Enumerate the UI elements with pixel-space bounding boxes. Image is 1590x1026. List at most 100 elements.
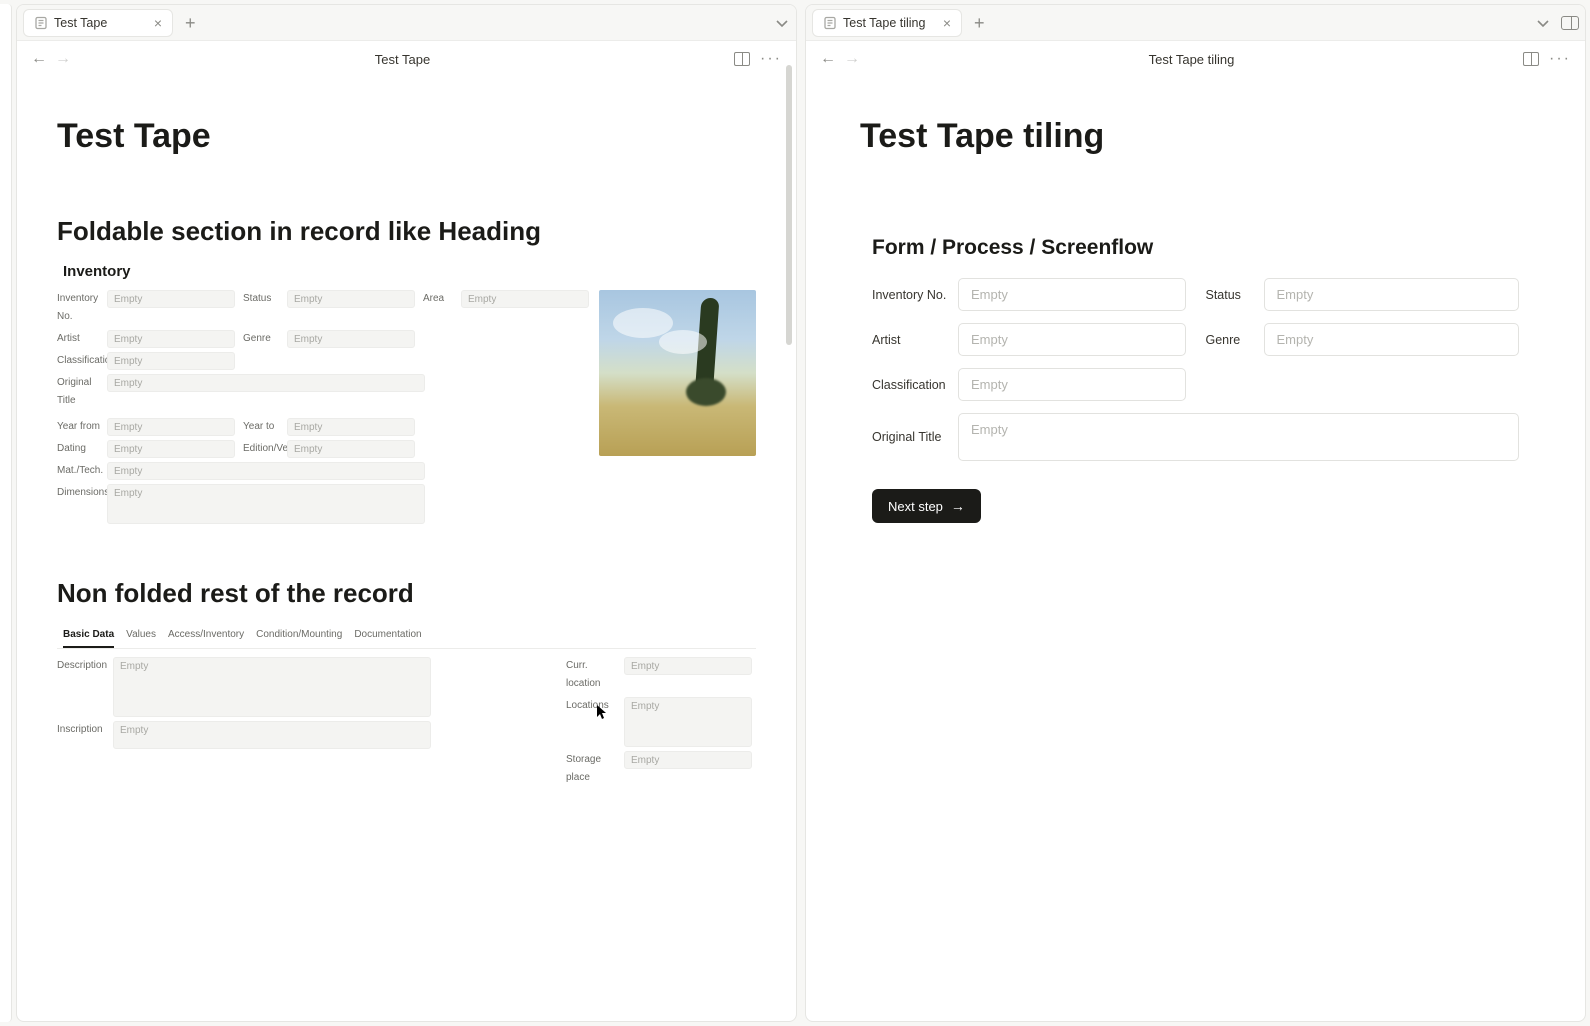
input-description[interactable]: Empty	[113, 657, 431, 717]
document-icon	[34, 16, 48, 30]
input-storage-place[interactable]: Empty	[624, 751, 752, 769]
section-heading-nonfold[interactable]: Non folded rest of the record	[57, 578, 756, 609]
input-artist[interactable]: Empty	[107, 330, 235, 348]
forward-button[interactable]: →	[844, 50, 860, 68]
artwork-image[interactable]	[599, 290, 756, 456]
input-dating[interactable]: Empty	[107, 440, 235, 458]
label-classification: Classification	[872, 378, 948, 392]
record-tabs: Basic Data Values Access/Inventory Condi…	[57, 625, 756, 649]
tab-title: Test Tape	[54, 16, 107, 30]
next-step-label: Next step	[888, 499, 943, 514]
toolbar-right: ← → Test Tape tiling ···	[806, 41, 1585, 77]
label-year-to: Year to	[243, 418, 283, 436]
toolbar-left: ← → Test Tape ···	[17, 41, 796, 77]
label-genre: Genre	[1206, 333, 1254, 347]
tab-access-inventory[interactable]: Access/Inventory	[168, 625, 244, 648]
inventory-heading: Inventory	[63, 263, 756, 280]
input-inscription[interactable]: Empty	[113, 721, 431, 749]
back-button[interactable]: ←	[31, 50, 47, 68]
label-classification: Classification	[57, 352, 103, 370]
label-description: Description	[57, 657, 105, 675]
tab-title: Test Tape tiling	[843, 16, 925, 30]
form-heading: Form / Process / Screenflow	[872, 236, 1531, 260]
input-artist[interactable]: Empty	[958, 323, 1186, 356]
label-status: Status	[1206, 288, 1254, 302]
label-genre: Genre	[243, 330, 283, 348]
input-dimensions[interactable]: Empty	[107, 484, 425, 524]
close-icon[interactable]: ×	[943, 16, 951, 30]
left-pane: Test Tape × + ← → Test Tape ···	[16, 4, 797, 1022]
input-inventory-no[interactable]: Empty	[958, 278, 1186, 311]
label-dating: Dating	[57, 440, 103, 458]
input-curr-location[interactable]: Empty	[624, 657, 752, 675]
split-view-icon[interactable]	[1561, 16, 1579, 30]
label-status: Status	[243, 290, 283, 308]
label-inscription: Inscription	[57, 721, 105, 739]
reading-mode-icon[interactable]	[1523, 52, 1539, 66]
label-artist: Artist	[872, 333, 948, 347]
section-heading-foldable[interactable]: Foldable section in record like Heading	[57, 216, 756, 247]
close-icon[interactable]: ×	[154, 16, 162, 30]
label-inventory-no: Inventory No.	[872, 288, 948, 302]
tab-test-tape[interactable]: Test Tape ×	[23, 9, 173, 37]
breadcrumb[interactable]: Test Tape	[81, 52, 724, 67]
back-button[interactable]: ←	[820, 50, 836, 68]
tab-documentation[interactable]: Documentation	[354, 625, 421, 648]
input-status[interactable]: Empty	[1264, 278, 1520, 311]
page-title[interactable]: Test Tape	[57, 117, 756, 156]
next-step-button[interactable]: Next step →	[872, 489, 981, 523]
tab-values[interactable]: Values	[126, 625, 156, 648]
input-genre[interactable]: Empty	[287, 330, 415, 348]
form-grid: Inventory No. Empty Status Empty Artist Emp…	[860, 278, 1531, 461]
scrollbar[interactable]	[786, 65, 792, 345]
label-curr-location: Curr. location	[566, 657, 616, 693]
tab-test-tape-tiling[interactable]: Test Tape tiling ×	[812, 9, 962, 37]
new-tab-button[interactable]: +	[179, 10, 202, 36]
chevron-down-icon[interactable]	[774, 15, 790, 31]
label-inventory-no: Inventory No.	[57, 290, 103, 326]
label-artist: Artist	[57, 330, 103, 348]
inventory-block: Inventory No.Empty StatusEmpty AreaEmpty…	[57, 290, 756, 528]
input-locations[interactable]: Empty	[624, 697, 752, 747]
label-original-title: Original Title	[57, 374, 103, 410]
tab-bar-left: Test Tape × +	[17, 5, 796, 41]
tab-condition-mounting[interactable]: Condition/Mounting	[256, 625, 342, 648]
more-icon[interactable]: ···	[1549, 50, 1571, 68]
label-year-from: Year from	[57, 418, 103, 436]
label-mat-tech: Mat./Tech.	[57, 462, 103, 480]
chevron-down-icon[interactable]	[1535, 15, 1551, 31]
arrow-right-icon: →	[951, 498, 965, 514]
input-classification[interactable]: Empty	[107, 352, 235, 370]
input-genre[interactable]: Empty	[1264, 323, 1520, 356]
input-status[interactable]: Empty	[287, 290, 415, 308]
forward-button[interactable]: →	[55, 50, 71, 68]
left-content: Test Tape Foldable section in record lik…	[17, 77, 796, 1021]
input-classification[interactable]: Empty	[958, 368, 1186, 401]
label-dimensions: Dimensions	[57, 484, 103, 502]
document-icon	[823, 16, 837, 30]
right-pane: Test Tape tiling × + ← → Test Tape tilin…	[805, 4, 1586, 1022]
reading-mode-icon[interactable]	[734, 52, 750, 66]
right-content: Test Tape tiling Form / Process / Screen…	[806, 77, 1585, 1021]
page-title[interactable]: Test Tape tiling	[860, 117, 1531, 156]
breadcrumb[interactable]: Test Tape tiling	[870, 52, 1513, 67]
label-area: Area	[423, 290, 457, 308]
label-locations: Locations	[566, 697, 616, 715]
label-storage-place: Storage place	[566, 751, 616, 787]
input-year-to[interactable]: Empty	[287, 418, 415, 436]
input-edition-vers[interactable]: Empty	[287, 440, 415, 458]
more-icon[interactable]: ···	[760, 50, 782, 68]
input-area[interactable]: Empty	[461, 290, 589, 308]
tab-basic-data[interactable]: Basic Data	[63, 625, 114, 648]
tab-bar-right: Test Tape tiling × +	[806, 5, 1585, 41]
label-original-title: Original Title	[872, 430, 948, 444]
input-year-from[interactable]: Empty	[107, 418, 235, 436]
basic-data-section: Description Empty Inscription Empty Curr. …	[57, 657, 756, 791]
input-mat-tech[interactable]: Empty	[107, 462, 425, 480]
collapsed-sidebar[interactable]	[0, 4, 12, 1022]
new-tab-button[interactable]: +	[968, 10, 991, 36]
input-original-title[interactable]: Empty	[107, 374, 425, 392]
input-inventory-no[interactable]: Empty	[107, 290, 235, 308]
input-original-title[interactable]: Empty	[958, 413, 1519, 461]
label-edition-vers: Edition/Vers.	[243, 440, 283, 458]
